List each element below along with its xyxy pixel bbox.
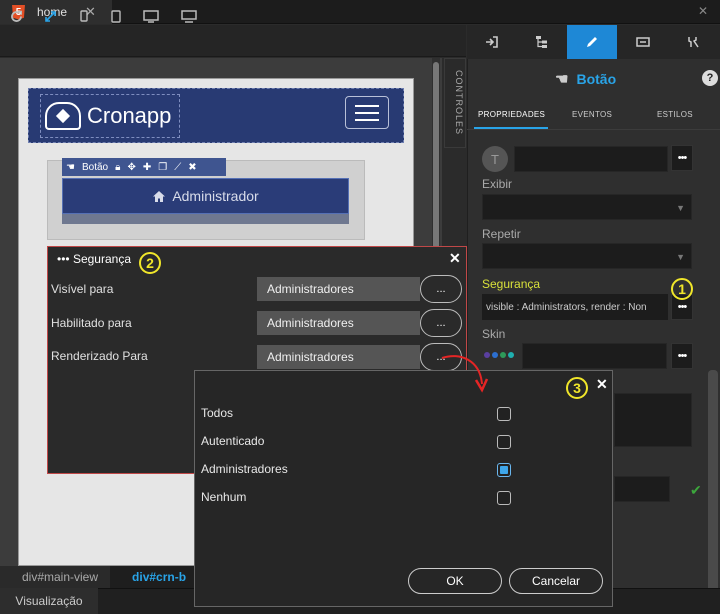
mobile-icon[interactable] — [76, 8, 92, 24]
add-icon[interactable]: ✚ — [143, 162, 151, 173]
sitemap-icon — [536, 36, 547, 48]
button-bottom-strip — [62, 214, 349, 224]
renderizado-para-input[interactable]: Administradores — [257, 345, 420, 369]
component-title: ☚ Botão — [555, 70, 616, 88]
seguranca-label: Segurança — [482, 277, 541, 291]
option-autenticado-checkbox[interactable] — [497, 435, 511, 449]
copy-icon[interactable]: ❐ — [158, 162, 167, 173]
home-icon — [153, 190, 166, 202]
monitor-icon[interactable] — [181, 8, 197, 24]
refresh-icon[interactable] — [8, 8, 24, 24]
exibir-select[interactable]: ▼ — [482, 194, 692, 220]
ellipsis-icon: ••• — [57, 252, 70, 266]
active-subtab-indicator — [474, 127, 548, 129]
skin-label: Skin — [482, 327, 506, 341]
hand-pointer-icon: ☚ — [555, 71, 569, 88]
skin-field[interactable] — [522, 343, 667, 369]
option-autenticado-label: Autenticado — [201, 434, 265, 448]
ok-button[interactable]: OK — [408, 568, 502, 594]
renderizado-para-label: Renderizado Para — [51, 349, 148, 363]
annotation-step-3: 3 — [566, 377, 588, 399]
pencil-icon — [587, 37, 597, 47]
option-nenhum-checkbox[interactable] — [497, 491, 511, 505]
administrador-button[interactable]: Administrador — [62, 178, 349, 214]
visivel-para-label: Visível para — [51, 282, 114, 296]
habilitado-para-label: Habilitado para — [51, 316, 132, 330]
cronapp-logo[interactable]: Cronapp — [40, 94, 180, 138]
hidden-property-input[interactable] — [614, 476, 670, 502]
window-close-icon[interactable]: ✕ — [698, 4, 708, 18]
option-nenhum-label: Nenhum — [201, 490, 247, 504]
habilitado-para-button[interactable]: ... — [420, 309, 462, 337]
tab-structure[interactable] — [517, 25, 567, 59]
magic-wand-icon[interactable]: ⟋ — [174, 162, 181, 173]
option-todos-label: Todos — [201, 406, 234, 420]
annotation-step-1: 1 — [671, 278, 693, 300]
tools-icon — [688, 37, 699, 48]
skin-more-button[interactable]: ••• — [671, 343, 693, 369]
help-icon[interactable]: ? — [702, 70, 718, 86]
tablet-icon[interactable] — [108, 8, 124, 24]
delete-icon[interactable]: ✖ — [188, 162, 196, 173]
arrows-horizontal-icon — [636, 37, 650, 47]
panel-scrollbar[interactable] — [708, 370, 718, 604]
subtab-eventos[interactable]: EVENTOS — [572, 110, 612, 119]
lock-icon[interactable]: 🔒︎ — [115, 162, 120, 173]
repetir-label: Repetir — [482, 227, 521, 241]
tab-resize[interactable] — [618, 25, 668, 59]
exibir-label: Exibir — [482, 177, 513, 191]
visivel-para-input[interactable]: Administradores — [257, 277, 420, 301]
subtab-propriedades[interactable]: PROPRIEDADES — [478, 110, 545, 119]
controles-label: CONTROLES — [454, 70, 464, 136]
hidden-property-field[interactable] — [614, 393, 692, 447]
breadcrumb-item[interactable]: div#main-view — [0, 566, 111, 588]
expand-icon[interactable] — [42, 8, 58, 24]
security-dialog-title: ••• Segurança — [57, 252, 131, 266]
device-toolbar — [0, 25, 466, 57]
administrador-button-label: Administrador — [172, 188, 259, 204]
repetir-select[interactable]: ▼ — [482, 243, 692, 269]
tab-properties[interactable] — [567, 25, 617, 59]
logo-text: Cronapp — [87, 103, 172, 128]
text-field[interactable] — [514, 146, 668, 172]
close-icon[interactable]: ✕ — [449, 250, 461, 267]
text-more-button[interactable]: ••• — [671, 145, 693, 171]
hand-pointer-icon: ☚ — [66, 161, 75, 173]
text-icon: T — [482, 146, 508, 172]
move-icon[interactable]: ✥ — [127, 162, 135, 173]
hamburger-menu-button[interactable] — [345, 96, 389, 129]
security-dialog-title-text: Segurança — [72, 252, 131, 266]
subtab-estilos[interactable]: ESTILOS — [657, 110, 693, 119]
selection-label: Botão — [81, 161, 109, 173]
desktop-icon[interactable] — [143, 8, 159, 24]
seguranca-field[interactable]: visible : Administrators, render : Non — [482, 294, 668, 320]
option-administradores-label: Administradores — [201, 462, 288, 476]
tab-tools[interactable] — [668, 25, 718, 59]
option-administradores-checkbox[interactable] — [497, 463, 511, 477]
option-todos-checkbox[interactable] — [497, 407, 511, 421]
annotation-arrow — [441, 355, 489, 393]
check-icon: ✔ — [690, 482, 702, 498]
component-selection-toolbar[interactable]: ☚ Botão 🔒︎ ✥ ✚ ❐ ⟋ ✖ — [62, 158, 226, 176]
chevron-down-icon: ▼ — [676, 252, 685, 262]
breadcrumb-item[interactable]: div#crn-b — [110, 566, 198, 588]
sign-in-icon — [486, 36, 498, 48]
close-icon[interactable]: ✕ — [596, 376, 608, 393]
visivel-para-button[interactable]: ... — [420, 275, 462, 303]
component-title-label: Botão — [576, 71, 617, 87]
cancel-button[interactable]: Cancelar — [509, 568, 603, 594]
habilitado-para-input[interactable]: Administradores — [257, 311, 420, 335]
annotation-step-2: 2 — [139, 252, 161, 274]
chevron-down-icon: ▼ — [676, 203, 685, 213]
tab-import[interactable] — [467, 25, 517, 59]
cloud-icon — [45, 102, 81, 130]
tab-visualizacao[interactable]: Visualização — [0, 588, 98, 614]
